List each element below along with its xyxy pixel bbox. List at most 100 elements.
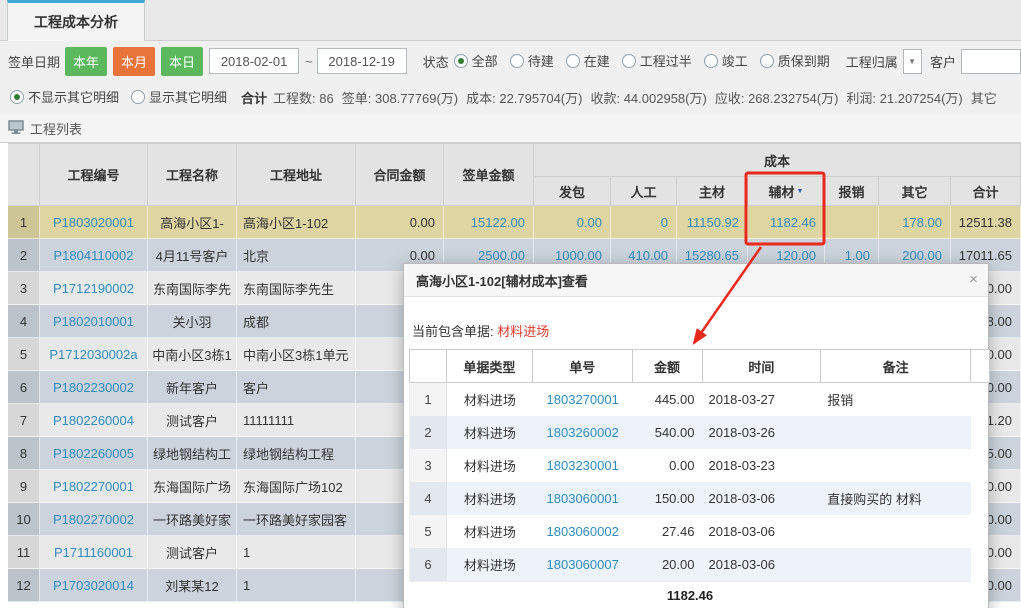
doc-number-link[interactable]: 1803060001 (533, 482, 633, 515)
cost-baoxiao[interactable] (825, 206, 879, 239)
doc-header-type[interactable]: 单据类型 (447, 350, 533, 383)
doc-header-remark[interactable]: 备注 (821, 350, 971, 383)
header-cost-qita[interactable]: 其它 (879, 177, 951, 206)
doc-type: 材料进场 (447, 416, 533, 449)
summary-stat-value: 22.795704(万) (496, 91, 583, 106)
row-number: 4 (8, 305, 40, 338)
status-option[interactable]: 质保到期 (760, 51, 830, 70)
summary-stat: 收款: 44.002958(万) (590, 91, 706, 106)
project-code-link[interactable]: P1802260005 (40, 437, 148, 470)
doc-date: 2018-03-23 (702, 449, 821, 482)
doc-number-link[interactable]: 1803260002 (533, 416, 633, 449)
summary-stat-label: 收款: (590, 91, 620, 106)
radio-icon (622, 54, 636, 68)
doc-row-number: 4 (410, 482, 447, 515)
header-project-address[interactable]: 工程地址 (237, 144, 356, 206)
document-row[interactable]: 1材料进场1803270001445.002018-03-27报销 (409, 383, 971, 416)
detail-option[interactable]: 不显示其它明细 (10, 87, 119, 106)
project-code-link[interactable]: P1703020014 (40, 569, 148, 602)
cost-qita[interactable]: 178.00 (879, 206, 951, 239)
doc-header-date[interactable]: 时间 (703, 350, 822, 383)
detail-option[interactable]: 显示其它明细 (131, 87, 227, 106)
cost-zhucai[interactable]: 11150.92 (677, 206, 748, 239)
project-name: 测试客户 (148, 536, 237, 569)
summary-total-label: 合计 (241, 88, 267, 107)
status-options: 全部 待建在建 工程过半竣工质保到期 (454, 51, 842, 71)
status-option[interactable]: 工程过半 (622, 51, 692, 70)
project-code-link[interactable]: P1802270002 (40, 503, 148, 536)
status-option[interactable]: 全部 (454, 51, 498, 70)
doc-remark (821, 449, 971, 482)
project-name: 关小羽 (148, 305, 237, 338)
project-owner-dropdown[interactable]: ▼ (903, 49, 922, 74)
doc-row-number: 2 (410, 416, 447, 449)
cost-rengong[interactable]: 0 (611, 206, 677, 239)
doc-type: 材料进场 (447, 383, 533, 416)
summary-stat-value: 308.77769(万) (371, 91, 458, 106)
project-code-link[interactable]: P1711160001 (40, 536, 148, 569)
project-code-link[interactable]: P1802010001 (40, 305, 148, 338)
project-code-link[interactable]: P1802270001 (40, 470, 148, 503)
project-name: 刘某某12 (148, 569, 237, 602)
customer-input[interactable] (961, 49, 1021, 74)
doc-number-link[interactable]: 1803060007 (533, 548, 633, 581)
header-contract-amount[interactable]: 合同金额 (356, 144, 444, 206)
row-number: 8 (8, 437, 40, 470)
quick-filter-button[interactable]: 本月 (113, 47, 155, 76)
quick-filter-button[interactable]: 本年 (65, 47, 107, 76)
project-name: 中南小区3栋1 (148, 338, 237, 371)
date-to-input[interactable] (317, 48, 407, 74)
project-name: 一环路美好家 (148, 503, 237, 536)
document-row[interactable]: 2材料进场1803260002540.002018-03-26 (409, 416, 971, 449)
document-row[interactable]: 6材料进场180306000720.002018-03-06 (409, 548, 971, 581)
header-project-name[interactable]: 工程名称 (148, 144, 237, 206)
header-cost-heji[interactable]: 合计 (951, 177, 1021, 206)
header-cost-fabao[interactable]: 发包 (534, 177, 611, 206)
header-cost-rengong[interactable]: 人工 (611, 177, 677, 206)
table-row[interactable]: 1P1803020001高海小区1-高海小区1-1020.0015122.000… (8, 206, 1021, 239)
quick-filter-button[interactable]: 本日 (161, 47, 203, 76)
document-row[interactable]: 4材料进场1803060001150.002018-03-06直接购买的 材料 (409, 482, 971, 515)
signed-amount[interactable]: 15122.00 (444, 206, 534, 239)
header-signed-amount[interactable]: 签单金额 (444, 144, 534, 206)
tab-project-cost-analysis[interactable]: 工程成本分析 (7, 0, 145, 41)
date-from-input[interactable] (209, 48, 299, 74)
dialog-title-bar[interactable]: 高海小区1-102[辅材成本]查看 (404, 264, 988, 297)
doc-header-number[interactable]: 单号 (533, 350, 633, 383)
status-option[interactable]: 待建 (510, 51, 554, 70)
doc-number-link[interactable]: 1803230001 (533, 449, 633, 482)
status-option-label: 待建 (528, 51, 554, 70)
project-code-link[interactable]: P1803020001 (40, 206, 148, 239)
status-option[interactable]: 在建 (566, 51, 610, 70)
doc-header-amount[interactable]: 金额 (633, 350, 703, 383)
project-code-link[interactable]: P1712030002a (40, 338, 148, 371)
project-code-link[interactable]: P1802260004 (40, 404, 148, 437)
cost-fabao[interactable]: 0.00 (534, 206, 611, 239)
summary-stat: 成本: 22.795704(万) (466, 91, 582, 106)
project-code-link[interactable]: P1802230002 (40, 371, 148, 404)
contains-value: 材料进场 (497, 324, 549, 339)
row-number: 9 (8, 470, 40, 503)
summary-stat-label: 应收: (715, 91, 745, 106)
status-option-label: 全部 (472, 51, 498, 70)
row-number: 5 (8, 338, 40, 371)
status-option[interactable]: 竣工 (704, 51, 748, 70)
project-code-link[interactable]: P1804110002 (40, 239, 148, 272)
header-cost-fucai[interactable]: 辅材▼ (748, 177, 825, 206)
doc-number-link[interactable]: 1803060002 (533, 515, 633, 548)
document-table: 单据类型 单号 金额 时间 备注 1材料进场1803270001445.0020… (409, 349, 990, 608)
document-total-row: 1182.46 (409, 581, 971, 608)
project-code-link[interactable]: P1712190002 (40, 272, 148, 305)
close-icon[interactable]: × (969, 272, 978, 287)
header-cost-zhucai[interactable]: 主材 (677, 177, 748, 206)
status-option-label: 工程过半 (640, 51, 692, 70)
project-name: 测试客户 (148, 404, 237, 437)
cost-fucai[interactable]: 1182.46 (748, 206, 825, 239)
header-project-code[interactable]: 工程编号 (40, 144, 148, 206)
doc-number-link[interactable]: 1803270001 (533, 383, 633, 416)
header-cost-baoxiao[interactable]: 报销 (825, 177, 879, 206)
tab-strip: 工程成本分析 (0, 0, 1021, 41)
document-row[interactable]: 5材料进场180306000227.462018-03-06 (409, 515, 971, 548)
document-row[interactable]: 3材料进场18032300010.002018-03-23 (409, 449, 971, 482)
contains-label: 当前包含单据: (412, 324, 494, 339)
